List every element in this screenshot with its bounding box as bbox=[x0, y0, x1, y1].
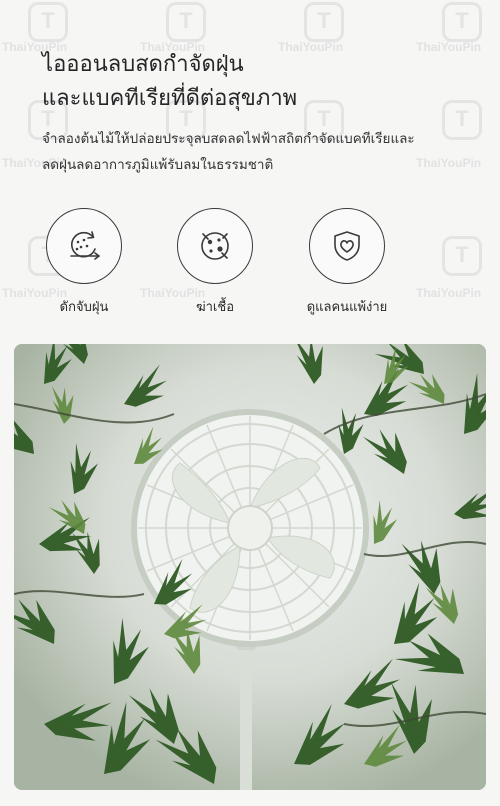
headline-line-1: ไอออนลบสดกำจัดฝุ่น bbox=[42, 52, 244, 77]
headline-line-2: และแบคทีเรียที่ดีต่อสุขภาพ bbox=[42, 86, 298, 111]
watermark-text: ThaiYouPin bbox=[416, 156, 482, 170]
description-line-1: จำลองต้นไม้ให้ปล่อยประจุลบสดลดไฟฟ้าสถิตก… bbox=[42, 131, 415, 147]
heart-shield-icon bbox=[309, 208, 385, 284]
watermark-logo: T bbox=[166, 2, 206, 42]
feature-label: ดูแลคนแพ้ง่าย bbox=[306, 300, 388, 315]
description-line-2: ลดฝุ่นลดอาการภูมิแพ้รับลมในธรรมชาติ bbox=[42, 157, 274, 173]
watermark-logo: T bbox=[304, 2, 344, 42]
watermark-logo: T bbox=[442, 236, 482, 276]
watermark-logo: T bbox=[28, 2, 68, 42]
description: จำลองต้นไม้ให้ปล่อยประจุลบสดลดไฟฟ้าสถิตก… bbox=[42, 126, 415, 178]
headline: ไอออนลบสดกำจัดฝุ่น และแบคทีเรียที่ดีต่อส… bbox=[42, 48, 297, 116]
bacteria-kill-icon bbox=[177, 208, 253, 284]
fan-head bbox=[131, 409, 369, 647]
feature-sterilize: ฆ่าเชื้อ bbox=[155, 208, 275, 317]
watermark-logo: T bbox=[442, 100, 482, 140]
watermark-text: ThaiYouPin bbox=[416, 40, 482, 54]
feature-label: ดักจับฝุ่น bbox=[59, 300, 109, 315]
watermark-logo: T bbox=[442, 2, 482, 42]
feature-allergy-care: ดูแลคนแพ้ง่าย bbox=[287, 208, 407, 317]
dust-capture-icon bbox=[46, 208, 122, 284]
fan-among-leaves-illustration bbox=[14, 344, 486, 790]
watermark-text: ThaiYouPin bbox=[416, 286, 482, 300]
feature-dust-capture: ดักจับฝุ่น bbox=[24, 208, 144, 317]
product-photo bbox=[14, 344, 486, 790]
feature-label: ฆ่าเชื้อ bbox=[195, 300, 235, 315]
